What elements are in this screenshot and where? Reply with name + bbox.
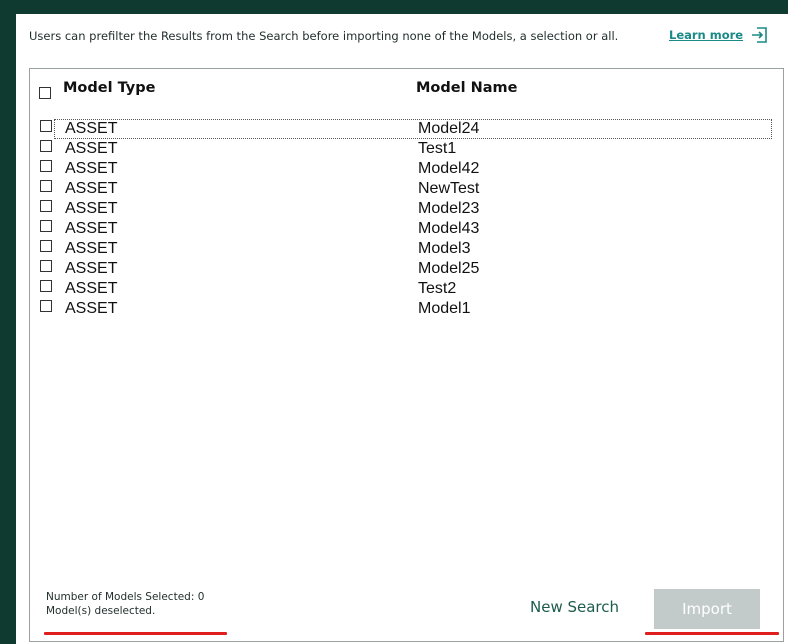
row-checkbox[interactable]: [40, 140, 52, 152]
model-name-header: Model Name: [416, 80, 518, 96]
model-type: ASSET: [65, 220, 118, 237]
list-item[interactable]: ASSET Test2: [38, 279, 774, 299]
deselected-text: Model(s) deselected.: [46, 605, 156, 617]
annotation-underline-status: [44, 632, 227, 635]
row-checkbox[interactable]: [40, 300, 52, 312]
list-item[interactable]: ASSET Model25: [38, 259, 774, 279]
new-search-button[interactable]: New Search: [530, 598, 619, 616]
model-type: ASSET: [65, 260, 118, 277]
model-type: ASSET: [65, 300, 118, 317]
intro-text: Users can prefilter the Results from the…: [29, 29, 619, 43]
learn-more-link[interactable]: Learn more: [669, 27, 767, 43]
row-checkbox[interactable]: [40, 160, 52, 172]
list-item[interactable]: ASSET Model24: [38, 119, 774, 139]
row-checkbox[interactable]: [40, 280, 52, 292]
list-item[interactable]: ASSET Model1: [38, 299, 774, 319]
model-type: ASSET: [65, 160, 118, 177]
list-item[interactable]: ASSET Model23: [38, 199, 774, 219]
model-name: Model1: [418, 300, 471, 317]
row-checkbox[interactable]: [40, 220, 52, 232]
select-all-checkbox[interactable]: [39, 87, 51, 99]
list-item[interactable]: ASSET Model3: [38, 239, 774, 259]
selection-status: Number of Models Selected: 0 Model(s) de…: [46, 590, 204, 618]
model-type: ASSET: [65, 140, 118, 157]
list-item[interactable]: ASSET Test1: [38, 139, 774, 159]
model-name: Test2: [418, 280, 457, 297]
row-checkbox[interactable]: [40, 240, 52, 252]
list-item[interactable]: ASSET NewTest: [38, 179, 774, 199]
row-checkbox[interactable]: [40, 260, 52, 272]
learn-more-label: Learn more: [669, 28, 744, 42]
model-type: ASSET: [65, 240, 118, 257]
model-type: ASSET: [65, 180, 118, 197]
model-name: Model23: [418, 200, 480, 217]
model-name: NewTest: [418, 180, 480, 197]
row-checkbox[interactable]: [40, 180, 52, 192]
list-item[interactable]: ASSET Model42: [38, 159, 774, 179]
model-name: Model43: [418, 220, 480, 237]
import-button[interactable]: Import: [654, 589, 760, 629]
row-checkbox[interactable]: [40, 200, 52, 212]
model-name: Model3: [418, 240, 471, 257]
selected-count-text: Number of Models Selected: 0: [46, 591, 205, 603]
model-type: ASSET: [65, 200, 118, 217]
list-item[interactable]: ASSET Model43: [38, 219, 774, 239]
model-type-header: Model Type: [63, 80, 156, 96]
model-name: Model42: [418, 160, 480, 177]
row-checkbox[interactable]: [40, 120, 52, 132]
model-name: Test1: [418, 140, 457, 157]
model-type: ASSET: [65, 280, 118, 297]
external-link-icon: [752, 27, 767, 43]
model-name: Model24: [418, 120, 480, 137]
model-name: Model25: [418, 260, 480, 277]
annotation-underline-import: [645, 632, 779, 635]
model-type: ASSET: [65, 120, 118, 137]
